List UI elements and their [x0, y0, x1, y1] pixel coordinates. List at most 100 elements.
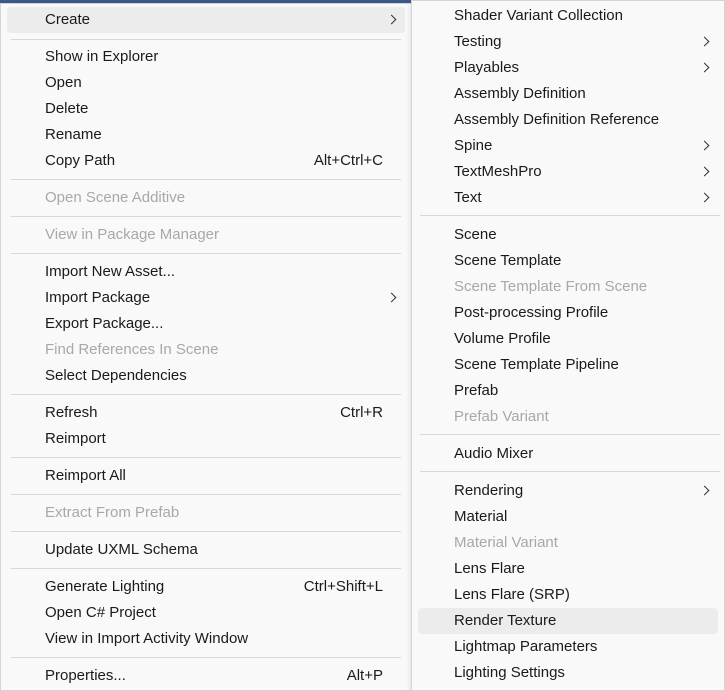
menu-item-create[interactable]: Create [7, 7, 405, 33]
menu-item-label: Rename [45, 126, 102, 143]
menu-item-open-scene-additive: Open Scene Additive [7, 185, 405, 211]
menu-item-lens-flare[interactable]: Lens Flare [418, 556, 718, 582]
chevron-right-icon [699, 36, 710, 47]
shortcut-label: Ctrl+Shift+L [303, 578, 383, 595]
menu-item-properties[interactable]: Properties... Alt+P [7, 663, 405, 689]
menu-item-import-package[interactable]: Import Package [7, 285, 405, 311]
menu-item-label: Reimport All [45, 467, 126, 484]
menu-item-label: Audio Mixer [454, 445, 534, 462]
menu-item-label: Open [45, 74, 82, 91]
menu-item-testing[interactable]: Testing [418, 29, 718, 55]
create-submenu: Shader Variant Collection Testing Playab… [411, 0, 725, 691]
menu-item-shader-variant-collection[interactable]: Shader Variant Collection [418, 3, 718, 29]
menu-item-post-processing-profile[interactable]: Post-processing Profile [418, 300, 718, 326]
menu-item-export-package[interactable]: Export Package... [7, 311, 405, 337]
menu-item-scene[interactable]: Scene [418, 222, 718, 248]
menu-item-import-new-asset[interactable]: Import New Asset... [7, 259, 405, 285]
chevron-right-icon [386, 292, 397, 303]
menu-item-label: Find References In Scene [45, 341, 219, 358]
menu-item-assembly-definition[interactable]: Assembly Definition [418, 81, 718, 107]
menu-item-label: Scene Template [454, 252, 562, 269]
menu-item-label: Generate Lighting [45, 578, 165, 595]
menu-item-select-dependencies[interactable]: Select Dependencies [7, 363, 405, 389]
menu-item-label: Copy Path [45, 152, 116, 169]
menu-item-material[interactable]: Material [418, 504, 718, 530]
menu-item-label: Volume Profile [454, 330, 551, 347]
menu-item-scene-template[interactable]: Scene Template [418, 248, 718, 274]
menu-item-label: Scene Template From Scene [454, 278, 648, 295]
menu-item-label: Import New Asset... [45, 263, 176, 280]
menu-item-text[interactable]: Text [418, 185, 718, 211]
menu-item-label: Select Dependencies [45, 367, 187, 384]
menu-item-material-variant: Material Variant [418, 530, 718, 556]
menu-item-label: Refresh [45, 404, 98, 421]
menu-separator [11, 179, 401, 180]
chevron-right-icon [699, 485, 710, 496]
menu-item-show-in-explorer[interactable]: Show in Explorer [7, 44, 405, 70]
menu-separator [11, 39, 401, 40]
menu-item-prefab[interactable]: Prefab [418, 378, 718, 404]
menu-item-label: Testing [454, 33, 502, 50]
menu-item-label: Open Scene Additive [45, 189, 186, 206]
menu-item-label: Playables [454, 59, 520, 76]
menu-item-label: Material Variant [454, 534, 558, 551]
menu-item-label: Prefab [454, 382, 499, 399]
menu-item-label: Lightmap Parameters [454, 638, 598, 655]
chevron-right-icon [699, 62, 710, 73]
menu-item-lighting-settings[interactable]: Lighting Settings [418, 660, 718, 686]
menu-item-label: Lens Flare (SRP) [454, 586, 570, 603]
menu-item-rename[interactable]: Rename [7, 122, 405, 148]
menu-separator [420, 434, 720, 435]
menu-item-open-csharp-project[interactable]: Open C# Project [7, 600, 405, 626]
menu-item-delete[interactable]: Delete [7, 96, 405, 122]
menu-item-spine[interactable]: Spine [418, 133, 718, 159]
menu-item-label: Show in Explorer [45, 48, 159, 65]
menu-item-playables[interactable]: Playables [418, 55, 718, 81]
menu-item-label: Post-processing Profile [454, 304, 609, 321]
context-menu: Create Show in Explorer Open Delete Rena… [0, 3, 412, 691]
menu-item-view-in-import-activity-window[interactable]: View in Import Activity Window [7, 626, 405, 652]
menu-item-scene-template-pipeline[interactable]: Scene Template Pipeline [418, 352, 718, 378]
menu-separator [11, 494, 401, 495]
menu-item-generate-lighting[interactable]: Generate Lighting Ctrl+Shift+L [7, 574, 405, 600]
menu-item-find-references-in-scene: Find References In Scene [7, 337, 405, 363]
menu-item-textmeshpro[interactable]: TextMeshPro [418, 159, 718, 185]
menu-item-lightmap-parameters[interactable]: Lightmap Parameters [418, 634, 718, 660]
menu-item-copy-path[interactable]: Copy Path Alt+Ctrl+C [7, 148, 405, 174]
menu-separator [11, 216, 401, 217]
menu-item-label: Import Package [45, 289, 151, 306]
menu-item-label: Assembly Definition Reference [454, 111, 660, 128]
menu-item-assembly-definition-reference[interactable]: Assembly Definition Reference [418, 107, 718, 133]
menu-item-view-in-package-manager: View in Package Manager [7, 222, 405, 248]
menu-item-label: Lens Flare [454, 560, 525, 577]
menu-item-refresh[interactable]: Refresh Ctrl+R [7, 400, 405, 426]
menu-separator [11, 394, 401, 395]
menu-item-extract-from-prefab: Extract From Prefab [7, 500, 405, 526]
menu-item-label: Create [45, 11, 91, 28]
menu-separator [11, 531, 401, 532]
menu-separator [11, 568, 401, 569]
shortcut-label: Alt+Ctrl+C [313, 152, 383, 169]
menu-item-label: Scene [454, 226, 497, 243]
menu-item-reimport[interactable]: Reimport [7, 426, 405, 452]
menu-item-open[interactable]: Open [7, 70, 405, 96]
menu-item-label: Render Texture [454, 612, 557, 629]
menu-item-label: Spine [454, 137, 493, 154]
menu-item-update-uxml-schema[interactable]: Update UXML Schema [7, 537, 405, 563]
menu-item-volume-profile[interactable]: Volume Profile [418, 326, 718, 352]
menu-item-lens-flare-srp[interactable]: Lens Flare (SRP) [418, 582, 718, 608]
chevron-right-icon [699, 140, 710, 151]
menu-item-label: Extract From Prefab [45, 504, 180, 521]
menu-item-prefab-variant: Prefab Variant [418, 404, 718, 430]
menu-item-render-texture[interactable]: Render Texture [418, 608, 718, 634]
menu-item-label: Open C# Project [45, 604, 156, 621]
menu-item-audio-mixer[interactable]: Audio Mixer [418, 441, 718, 467]
menu-item-reimport-all[interactable]: Reimport All [7, 463, 405, 489]
menu-item-rendering[interactable]: Rendering [418, 478, 718, 504]
menu-item-label: View in Package Manager [45, 226, 219, 243]
menu-item-label: Delete [45, 100, 89, 117]
chevron-right-icon [699, 192, 710, 203]
menu-separator [11, 457, 401, 458]
menu-item-label: Update UXML Schema [45, 541, 198, 558]
menu-item-label: Scene Template Pipeline [454, 356, 619, 373]
